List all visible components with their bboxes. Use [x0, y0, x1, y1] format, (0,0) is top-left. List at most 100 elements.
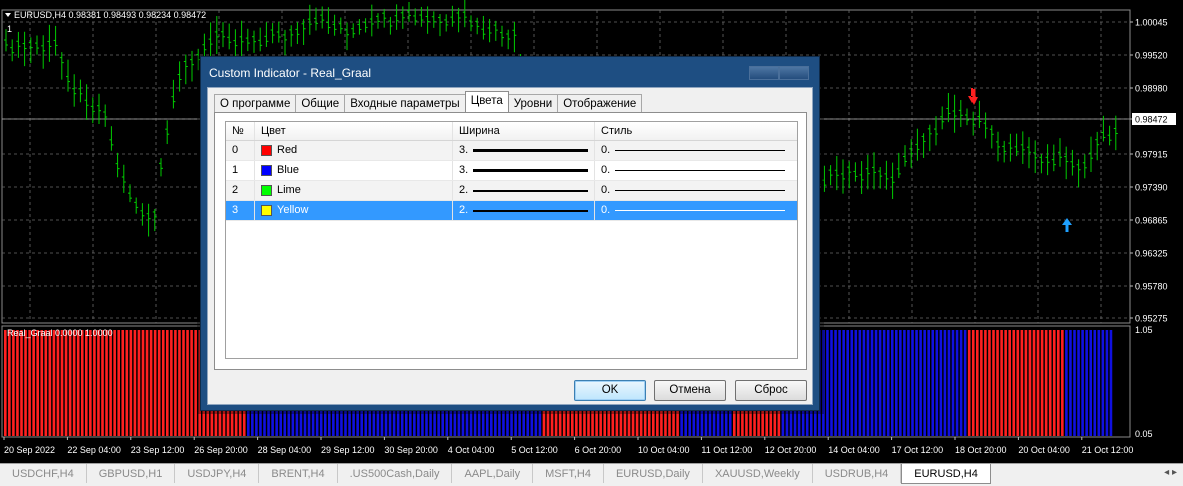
- style-cell[interactable]: 0.: [595, 161, 797, 180]
- time-label: 29 Sep 12:00: [321, 445, 375, 455]
- width-value: 2.: [459, 204, 469, 216]
- style-cell[interactable]: 0.: [595, 201, 797, 220]
- indicator-bar: [12, 330, 15, 436]
- indicator-bar: [36, 330, 39, 436]
- color-cell[interactable]: Blue: [255, 161, 453, 180]
- width-value: 3.: [459, 144, 469, 156]
- tab-scroll-arrows-icon[interactable]: ◂ ▸: [1164, 467, 1177, 478]
- width-line-sample: [473, 169, 588, 172]
- symbol-tab[interactable]: AAPL,Daily: [452, 464, 534, 483]
- symbol-tab[interactable]: .US500Cash,Daily: [338, 464, 453, 483]
- tab-common[interactable]: Общие: [295, 94, 346, 112]
- symbol-tab[interactable]: EURUSD,Daily: [604, 464, 703, 483]
- indicator-bar: [153, 330, 157, 436]
- indicator-bar: [161, 330, 165, 436]
- indicator-bar: [943, 330, 947, 436]
- time-label: 18 Oct 20:00: [955, 445, 1007, 455]
- close-button[interactable]: [779, 66, 809, 80]
- color-row[interactable]: 2 Lime 2. 0.: [226, 181, 797, 201]
- symbol-tab[interactable]: MSFT,H4: [533, 464, 604, 483]
- color-cell[interactable]: Red: [255, 141, 453, 160]
- column-header-color[interactable]: Цвет: [255, 122, 453, 140]
- color-cell[interactable]: Lime: [255, 181, 453, 200]
- column-header-number[interactable]: №: [226, 122, 255, 140]
- indicator-bar: [1077, 330, 1080, 436]
- indicator-bar: [60, 330, 64, 436]
- indicator-bar: [838, 330, 841, 436]
- time-label: 10 Oct 04:00: [638, 445, 690, 455]
- indicator-bar: [166, 330, 169, 436]
- indicator-bar: [1085, 330, 1088, 436]
- tab-inputs[interactable]: Входные параметры: [344, 94, 466, 112]
- indicator-bar: [903, 330, 906, 436]
- width-line-sample: [473, 149, 588, 152]
- indicator-bar: [899, 330, 902, 436]
- color-row[interactable]: 3 Yellow 2. 0.: [226, 201, 797, 221]
- color-row[interactable]: 0 Red 3. 0.: [226, 141, 797, 161]
- symbol-tab[interactable]: USDCHF,H4: [0, 464, 87, 483]
- colors-grid: № Цвет Ширина Стиль 0 Red 3. 0. 1 Blue 3. 0. 2 Li…: [225, 121, 798, 359]
- symbol-tab[interactable]: BRENT,H4: [259, 464, 338, 483]
- indicator-bar: [866, 330, 870, 436]
- indicator-bar: [1028, 330, 1032, 436]
- style-line-sample: [615, 210, 785, 211]
- color-cell[interactable]: Yellow: [255, 201, 453, 220]
- price-label: 0.96865: [1135, 216, 1168, 226]
- indicator-bar: [80, 330, 84, 436]
- width-cell[interactable]: 2.: [453, 181, 595, 200]
- width-cell[interactable]: 3.: [453, 141, 595, 160]
- indicator-bar: [1081, 330, 1084, 436]
- indicator-bar: [996, 330, 999, 436]
- reset-button[interactable]: Сброс: [735, 380, 807, 401]
- window-controls: [749, 66, 809, 80]
- symbol-tab-bar: USDCHF,H4 GBPUSD,H1 USDJPY,H4 BRENT,H4 .US50…: [0, 463, 1183, 486]
- width-cell[interactable]: 2.: [453, 201, 595, 220]
- indicator-bar: [1044, 330, 1048, 436]
- indicator-bar: [157, 330, 161, 436]
- symbol-tab[interactable]: XAUUSD,Weekly: [703, 464, 813, 483]
- symbol-tab[interactable]: USDJPY,H4: [175, 464, 260, 483]
- indicator-bar: [32, 330, 35, 436]
- symbol-tab[interactable]: USDRUB,H4: [813, 464, 902, 483]
- price-label: 0.95780: [1135, 282, 1168, 292]
- indicator-bar: [971, 330, 975, 436]
- indicator-bar: [1109, 330, 1113, 436]
- column-header-width[interactable]: Ширина: [453, 122, 595, 140]
- symbol-tab[interactable]: GBPUSD,H1: [87, 464, 176, 483]
- indicator-bar: [1093, 330, 1097, 436]
- indicator-bar: [1065, 330, 1068, 436]
- tab-about[interactable]: О программе: [214, 94, 297, 112]
- indicator-bar: [109, 330, 112, 436]
- dialog-titlebar[interactable]: Custom Indicator - Real_Graal: [205, 61, 815, 85]
- indicator-bar: [105, 330, 108, 436]
- column-header-style[interactable]: Стиль: [595, 122, 797, 140]
- style-cell[interactable]: 0.: [595, 141, 797, 160]
- help-button[interactable]: [749, 66, 779, 80]
- tab-strip: О программе Общие Входные параметры Цвет…: [214, 91, 643, 112]
- ok-button[interactable]: OK: [574, 380, 646, 401]
- indicator-bar: [915, 330, 918, 436]
- colors-panel: № Цвет Ширина Стиль 0 Red 3. 0. 1 Blue 3. 0. 2 Li…: [214, 112, 807, 370]
- indicator-bar: [56, 330, 60, 436]
- tab-levels[interactable]: Уровни: [507, 94, 559, 112]
- color-swatch: [261, 145, 272, 156]
- indicator-bar: [874, 330, 878, 436]
- tab-visualization[interactable]: Отображение: [557, 94, 643, 112]
- style-cell[interactable]: 0.: [595, 181, 797, 200]
- cancel-button[interactable]: Отмена: [654, 380, 726, 401]
- indicator-bar: [923, 330, 926, 436]
- indicator-bar: [1008, 330, 1011, 436]
- symbol-tab[interactable]: EURUSD,H4: [901, 464, 991, 484]
- price-label: 0.99520: [1135, 51, 1168, 61]
- width-cell[interactable]: 3.: [453, 161, 595, 180]
- indicator-bar: [907, 330, 910, 436]
- color-row[interactable]: 1 Blue 3. 0.: [226, 161, 797, 181]
- time-label: 26 Sep 20:00: [194, 445, 248, 455]
- tab-colors[interactable]: Цвета: [464, 91, 509, 112]
- indicator-bar: [862, 330, 866, 436]
- indicator-bar: [24, 330, 27, 436]
- chart-menu-triangle-icon[interactable]: [5, 13, 11, 17]
- row-number: 2: [226, 181, 255, 200]
- indicator-bar: [911, 330, 914, 436]
- indicator-bar: [858, 330, 862, 436]
